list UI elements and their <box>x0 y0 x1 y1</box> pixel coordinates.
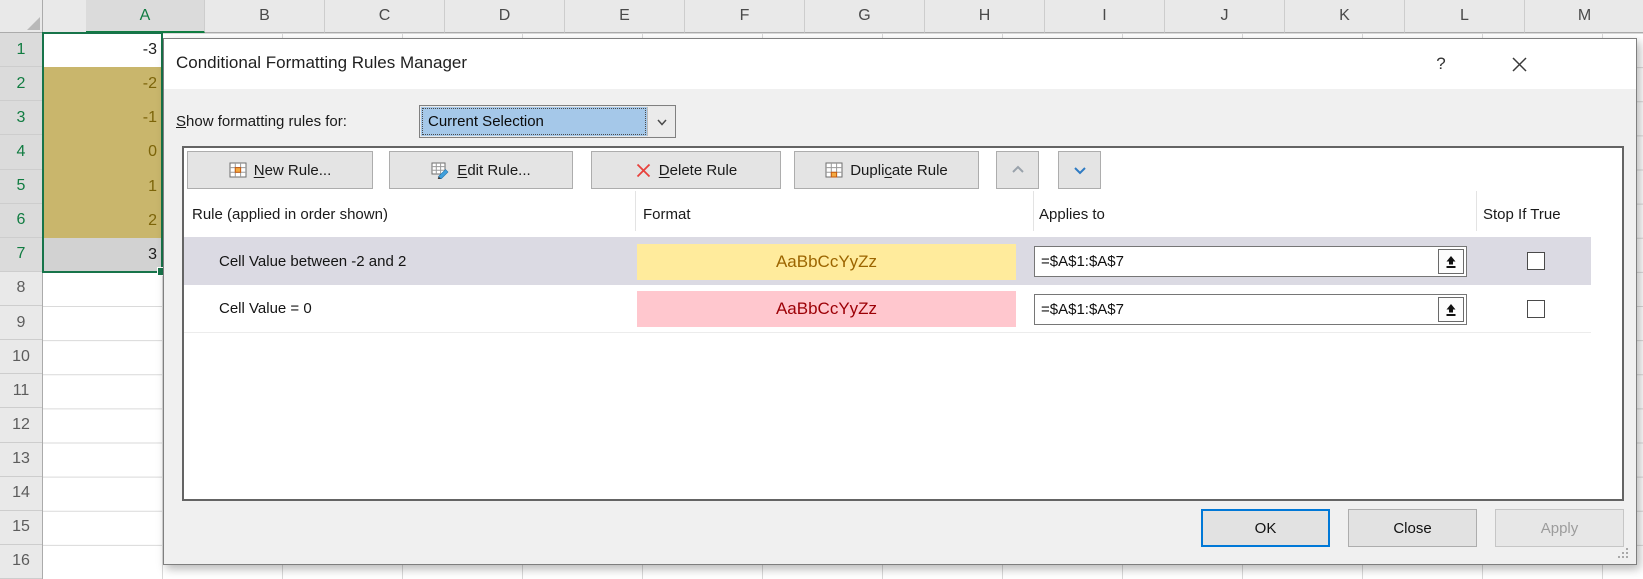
row-header-10[interactable]: 10 <box>0 340 42 374</box>
column-header-C[interactable]: C <box>325 0 445 33</box>
row-header-15[interactable]: 15 <box>0 511 42 545</box>
rule-1-format-preview: AaBbCcYyZz <box>637 244 1016 280</box>
rule-2-name: Cell Value = 0 <box>219 300 312 317</box>
row-header-2[interactable]: 2 <box>0 67 42 101</box>
new-rule-label: New Rule... <box>254 162 332 179</box>
help-button[interactable]: ? <box>1428 50 1454 78</box>
row-header-16[interactable]: 16 <box>0 545 42 579</box>
move-up-icon <box>1010 163 1026 177</box>
header-separator <box>635 191 636 231</box>
resize-grip[interactable] <box>1617 547 1629 559</box>
rule-2-applies-to-input[interactable]: =$A$1:$A$7 <box>1034 294 1467 325</box>
select-all-corner[interactable] <box>0 0 43 33</box>
move-down-icon <box>1072 163 1088 177</box>
column-header-I[interactable]: I <box>1045 0 1165 33</box>
dialog-close-button[interactable] <box>1504 51 1534 77</box>
header-separator <box>1476 191 1477 231</box>
row-header-4[interactable]: 4 <box>0 135 42 169</box>
rule-1-applies-to-input[interactable]: =$A$1:$A$7 <box>1034 246 1467 277</box>
cell-A2[interactable]: -2 <box>43 67 162 101</box>
rule-2-stop-if-true-checkbox[interactable] <box>1527 300 1545 318</box>
move-rule-up-button[interactable] <box>996 151 1039 189</box>
rule-2-collapse-dialog-button[interactable] <box>1438 297 1464 322</box>
row-header-7[interactable]: 7 <box>0 238 42 272</box>
column-header-M[interactable]: M <box>1525 0 1643 33</box>
new-rule-icon <box>229 162 247 178</box>
ok-button[interactable]: OK <box>1201 509 1330 547</box>
column-header-A[interactable]: A <box>86 0 205 33</box>
row-header-11[interactable]: 11 <box>0 374 42 408</box>
row-header-8[interactable]: 8 <box>0 272 42 306</box>
select-all-triangle-icon <box>27 17 40 30</box>
column-header-E[interactable]: E <box>565 0 685 33</box>
close-icon <box>1511 56 1528 73</box>
show-rules-label: Show formatting rules for: <box>176 113 347 130</box>
row-header-14[interactable]: 14 <box>0 477 42 511</box>
rule-1-collapse-dialog-button[interactable] <box>1438 249 1464 274</box>
delete-rule-button[interactable]: Delete Rule <box>591 151 781 189</box>
row-header-13[interactable]: 13 <box>0 443 42 477</box>
column-header-stop-if-true: Stop If True <box>1483 206 1561 223</box>
edit-rule-icon <box>431 162 450 179</box>
row-header-12[interactable]: 12 <box>0 408 42 442</box>
edit-rule-button[interactable]: Edit Rule... <box>389 151 573 189</box>
edit-rule-label: Edit Rule... <box>457 162 530 179</box>
apply-button[interactable]: Apply <box>1495 509 1624 547</box>
rule-1-stop-if-true-checkbox[interactable] <box>1527 252 1545 270</box>
row-header-5[interactable]: 5 <box>0 170 42 204</box>
column-header-D[interactable]: D <box>445 0 565 33</box>
duplicate-rule-label: Duplicate Rule <box>850 162 948 179</box>
cell-A1[interactable]: -3 <box>43 33 162 67</box>
duplicate-rule-button[interactable]: Duplicate Rule <box>794 151 979 189</box>
dialog-title: Conditional Formatting Rules Manager <box>176 53 467 73</box>
column-header-K[interactable]: K <box>1285 0 1405 33</box>
rule-1-name: Cell Value between -2 and 2 <box>219 253 406 270</box>
move-rule-down-button[interactable] <box>1058 151 1101 189</box>
cell-A7[interactable]: 3 <box>43 238 162 272</box>
collapse-dialog-icon <box>1444 303 1458 317</box>
delete-rule-label: Delete Rule <box>659 162 737 179</box>
row-header-1[interactable]: 1 <box>0 33 42 67</box>
duplicate-rule-icon <box>825 162 843 178</box>
column-header-F[interactable]: F <box>685 0 805 33</box>
excel-window: ABCDEFGHIJKLM -3-2-10123 Conditional For… <box>0 0 1643 579</box>
chevron-down-icon <box>655 115 669 129</box>
dropdown-arrow-button[interactable] <box>647 107 675 136</box>
column-header-B[interactable]: B <box>205 0 325 33</box>
delete-rule-icon <box>635 162 652 179</box>
row-header-3[interactable]: 3 <box>0 101 42 135</box>
column-header-H[interactable]: H <box>925 0 1045 33</box>
cell-A4[interactable]: 0 <box>43 135 162 169</box>
close-button[interactable]: Close <box>1348 509 1477 547</box>
row-header-6[interactable]: 6 <box>0 204 42 238</box>
collapse-dialog-icon <box>1444 255 1458 269</box>
show-rules-dropdown-value[interactable]: Current Selection <box>421 107 647 136</box>
rule-1-applies-to-value: =$A$1:$A$7 <box>1041 253 1124 270</box>
rule-2-format-preview: AaBbCcYyZz <box>637 291 1016 327</box>
column-header-L[interactable]: L <box>1405 0 1525 33</box>
column-header-G[interactable]: G <box>805 0 925 33</box>
column-header-format: Format <box>643 206 691 223</box>
row-header-9[interactable]: 9 <box>0 306 42 340</box>
column-header-row: ABCDEFGHIJKLM <box>43 0 1643 33</box>
row-separator <box>184 332 1591 333</box>
column-header-J[interactable]: J <box>1165 0 1285 33</box>
cell-A3[interactable]: -1 <box>43 101 162 135</box>
column-header-rule: Rule (applied in order shown) <box>192 206 388 223</box>
new-rule-button[interactable]: New Rule... <box>187 151 373 189</box>
help-icon: ? <box>1436 54 1445 74</box>
rule-2-applies-to-value: =$A$1:$A$7 <box>1041 301 1124 318</box>
cell-A5[interactable]: 1 <box>43 170 162 204</box>
conditional-formatting-rules-manager-dialog: Conditional Formatting Rules Manager ? S… <box>163 38 1637 565</box>
dialog-titlebar[interactable]: Conditional Formatting Rules Manager ? <box>164 39 1636 89</box>
show-rules-dropdown[interactable]: Current Selection <box>419 105 676 138</box>
column-header-applies-to: Applies to <box>1039 206 1105 223</box>
header-separator <box>1033 191 1034 231</box>
cell-A6[interactable]: 2 <box>43 204 162 238</box>
